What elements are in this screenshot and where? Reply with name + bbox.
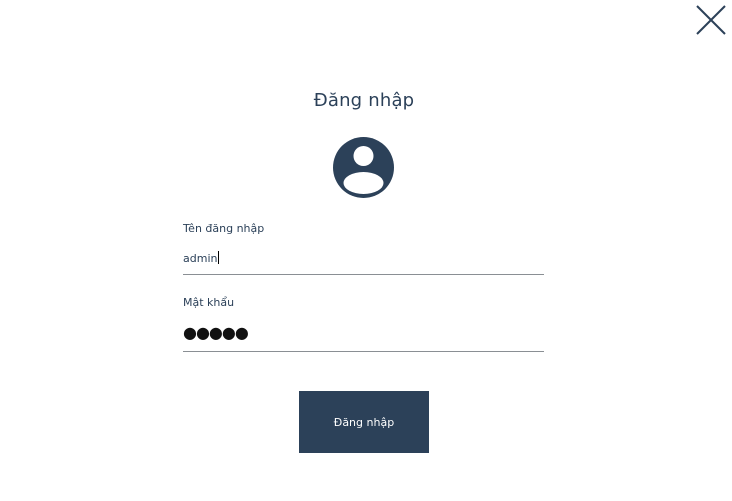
- login-button[interactable]: Đăng nhập: [299, 391, 429, 453]
- username-field[interactable]: [183, 247, 544, 275]
- password-label: Mật khẩu: [183, 296, 235, 309]
- username-value: admin: [183, 251, 220, 265]
- password-value: ●●●●●: [183, 323, 249, 342]
- page-title: Đăng nhập: [313, 90, 415, 111]
- user-avatar-icon: [333, 137, 394, 198]
- username-label: Tên đăng nhập: [183, 222, 265, 235]
- close-icon: [696, 5, 726, 35]
- text-caret: [218, 251, 220, 264]
- login-dialog: Đăng nhập Tên đăng nhập admin Mật khẩu ●…: [0, 0, 732, 501]
- close-button[interactable]: [694, 3, 728, 37]
